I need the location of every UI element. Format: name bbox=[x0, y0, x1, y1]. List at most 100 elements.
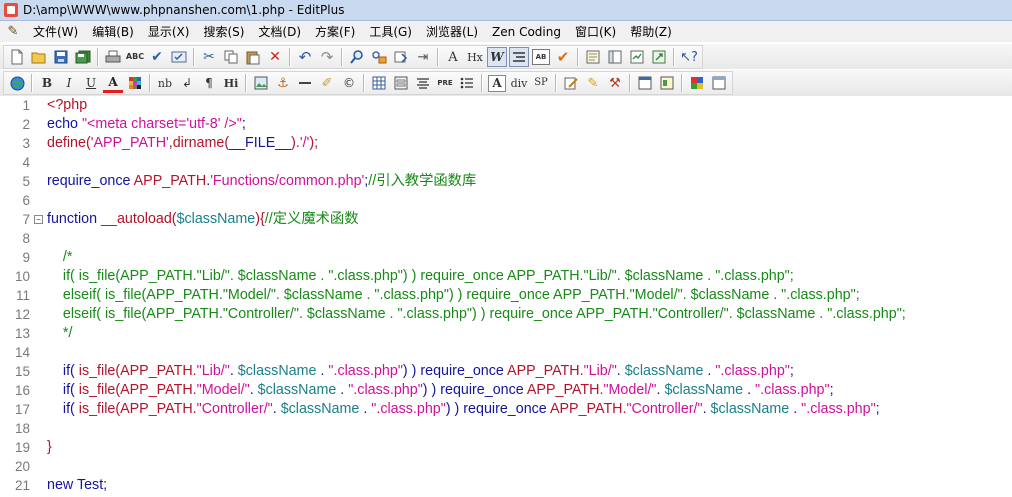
tools-icon[interactable]: ⚒ bbox=[605, 73, 625, 93]
code-line[interactable]: 8 bbox=[0, 229, 1012, 248]
menu-browser[interactable]: 浏览器(L) bbox=[419, 21, 485, 42]
horizontal-rule-icon[interactable] bbox=[295, 73, 315, 93]
center-align-icon[interactable] bbox=[413, 73, 433, 93]
menu-document[interactable]: 文档(D) bbox=[251, 21, 308, 42]
check-icon[interactable]: ✔ bbox=[147, 47, 167, 67]
code-token: APP_PATH bbox=[133, 173, 207, 189]
code-line[interactable]: 14 bbox=[0, 343, 1012, 362]
line-break-button[interactable]: ↲ bbox=[177, 73, 197, 93]
anchor-icon[interactable]: ⚓ bbox=[273, 73, 293, 93]
code-editor[interactable]: 1 <?php 2 echo "<meta charset='utf-8' />"; 3… bbox=[0, 96, 1012, 497]
menu-edit[interactable]: 编辑(B) bbox=[85, 21, 141, 42]
font-icon[interactable]: A bbox=[443, 47, 463, 67]
form-icon[interactable] bbox=[391, 73, 411, 93]
undo-icon[interactable]: ↶ bbox=[295, 47, 315, 67]
save-icon[interactable] bbox=[51, 47, 71, 67]
save-all-icon[interactable] bbox=[73, 47, 93, 67]
checkmark-icon[interactable]: ✔ bbox=[553, 47, 573, 67]
find-icon[interactable] bbox=[347, 47, 367, 67]
code-line[interactable]: 15 if( is_file(APP_PATH."Lib/". $classNa… bbox=[0, 362, 1012, 381]
menu-project[interactable]: 方案(F) bbox=[308, 21, 362, 42]
open-folder-icon[interactable] bbox=[29, 47, 49, 67]
code-line[interactable]: 21 new Test; bbox=[0, 476, 1012, 495]
print-icon[interactable] bbox=[103, 47, 123, 67]
copyright-icon[interactable]: © bbox=[339, 73, 359, 93]
font-color-button[interactable]: A bbox=[103, 73, 123, 93]
globe-icon[interactable] bbox=[7, 73, 27, 93]
find-in-files-icon[interactable] bbox=[391, 47, 411, 67]
cut-icon[interactable]: ✂ bbox=[199, 47, 219, 67]
color-picker-icon[interactable] bbox=[687, 73, 707, 93]
table-icon[interactable] bbox=[369, 73, 389, 93]
paste-icon[interactable] bbox=[243, 47, 263, 67]
code-line[interactable]: 19} bbox=[0, 438, 1012, 457]
menu-view[interactable]: 显示(X) bbox=[141, 21, 197, 42]
highlight-icon[interactable]: ✎ bbox=[583, 73, 603, 93]
column-ruler-icon[interactable]: AB bbox=[532, 49, 550, 65]
code-line[interactable]: 16 if( is_file(APP_PATH."Model/". $class… bbox=[0, 381, 1012, 400]
replace-icon[interactable] bbox=[369, 47, 389, 67]
toolbar-separator bbox=[681, 74, 683, 92]
div-button[interactable]: div bbox=[509, 73, 529, 93]
italic-button[interactable]: I bbox=[59, 73, 79, 93]
menu-window[interactable]: 窗口(K) bbox=[568, 21, 623, 42]
code-token: ; bbox=[241, 116, 246, 132]
font-tag-icon[interactable]: A bbox=[488, 74, 506, 92]
edit-tag-icon[interactable] bbox=[561, 73, 581, 93]
paragraph-button[interactable]: ¶ bbox=[199, 73, 219, 93]
hex-view-icon[interactable]: Hx bbox=[465, 47, 485, 67]
color-grid-icon[interactable] bbox=[125, 73, 145, 93]
code-line[interactable]: 11 elseif( is_file(APP_PATH."Model/". $c… bbox=[0, 286, 1012, 305]
code-line[interactable]: 20 bbox=[0, 457, 1012, 476]
code-line[interactable]: 2 echo "<meta charset='utf-8' />"; bbox=[0, 115, 1012, 134]
menu-search[interactable]: 搜索(S) bbox=[196, 21, 251, 42]
menu-zen-coding[interactable]: Zen Coding bbox=[485, 23, 568, 41]
menu-tools[interactable]: 工具(G) bbox=[362, 21, 419, 42]
menu-help[interactable]: 帮助(Z) bbox=[623, 21, 679, 42]
code-token: . bbox=[359, 401, 372, 417]
cliptext-icon[interactable] bbox=[583, 47, 603, 67]
directory-window-icon[interactable] bbox=[605, 47, 625, 67]
list-icon[interactable] bbox=[457, 73, 477, 93]
code-line[interactable]: 9 /* bbox=[0, 248, 1012, 267]
code-line[interactable]: 1 <?php bbox=[0, 96, 1012, 115]
copy-icon[interactable] bbox=[221, 47, 241, 67]
underline-button[interactable]: U bbox=[81, 73, 101, 93]
code-line[interactable]: 5 require_once APP_PATH.'Functions/common… bbox=[0, 172, 1012, 191]
code-line[interactable]: 3 define('APP_PATH',dirname(__FILE__).'/'… bbox=[0, 134, 1012, 153]
marker-icon[interactable]: ✐ bbox=[317, 73, 337, 93]
code-line[interactable]: 10 if( is_file(APP_PATH."Lib/". $classNa… bbox=[0, 267, 1012, 286]
code-line[interactable]: 4 bbox=[0, 153, 1012, 172]
code-line[interactable]: 7− function __autoload($className){//定义魔术… bbox=[0, 210, 1012, 229]
delete-icon[interactable]: ✕ bbox=[265, 47, 285, 67]
line-number-icon[interactable] bbox=[509, 47, 529, 67]
redo-icon[interactable]: ↷ bbox=[317, 47, 337, 67]
goto-line-icon[interactable]: ⇥ bbox=[413, 47, 433, 67]
heading-button[interactable]: Hi bbox=[221, 73, 241, 93]
nbsp-button[interactable]: nb bbox=[155, 73, 175, 93]
code-line[interactable]: 17 if( is_file(APP_PATH."Controller/". $… bbox=[0, 400, 1012, 419]
code-line[interactable]: 12 elseif( is_file(APP_PATH."Controller/… bbox=[0, 305, 1012, 324]
pre-button[interactable]: PRE bbox=[435, 73, 455, 93]
new-file-icon[interactable] bbox=[7, 47, 27, 67]
settings-icon[interactable] bbox=[169, 47, 189, 67]
html-preview-icon[interactable] bbox=[635, 73, 655, 93]
code-line[interactable]: 18 bbox=[0, 419, 1012, 438]
code-line[interactable]: 6 bbox=[0, 191, 1012, 210]
spell-check-icon[interactable]: ABC bbox=[125, 47, 145, 67]
word-wrap-icon[interactable]: W bbox=[487, 47, 507, 67]
browser-preview-icon[interactable] bbox=[657, 73, 677, 93]
span-button[interactable]: SP bbox=[531, 73, 551, 93]
output-window-icon[interactable] bbox=[627, 47, 647, 67]
code-token: . bbox=[743, 382, 756, 398]
line-number: 8 bbox=[22, 231, 30, 246]
fold-toggle-icon[interactable]: − bbox=[34, 215, 43, 224]
context-help-icon[interactable]: ↖? bbox=[679, 47, 699, 67]
line-number: 10 bbox=[14, 269, 30, 284]
bold-button[interactable]: B bbox=[37, 73, 57, 93]
window-icon[interactable] bbox=[709, 73, 729, 93]
image-icon[interactable] bbox=[251, 73, 271, 93]
code-line[interactable]: 13 */ bbox=[0, 324, 1012, 343]
fullscreen-icon[interactable] bbox=[649, 47, 669, 67]
menu-file[interactable]: 文件(W) bbox=[26, 21, 85, 42]
